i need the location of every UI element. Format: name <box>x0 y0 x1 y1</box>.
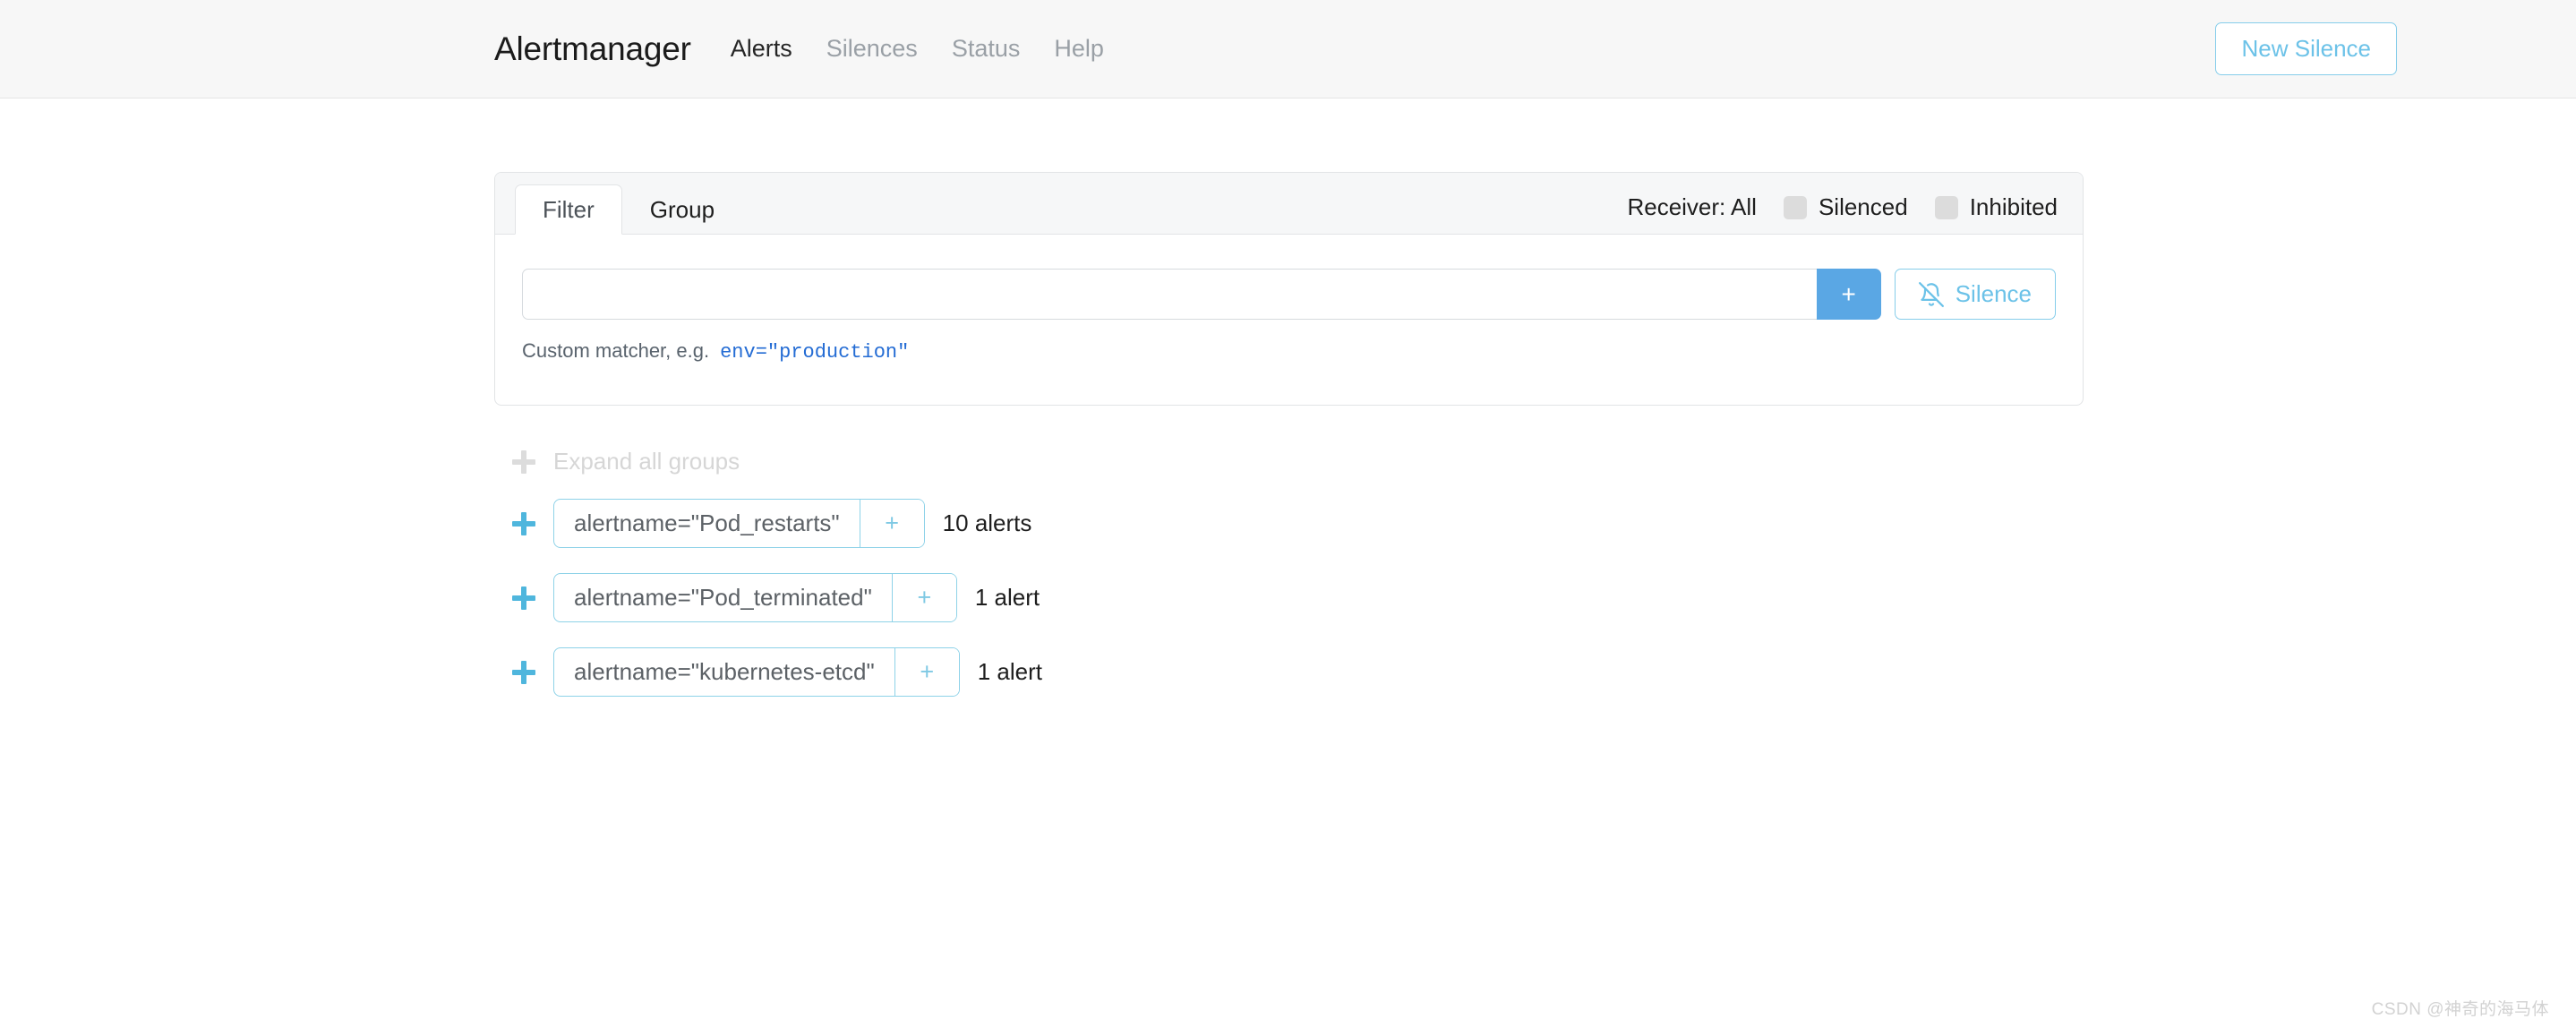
filter-row: + Silence <box>522 269 2056 320</box>
nav-item-alerts[interactable]: Alerts <box>731 35 792 63</box>
inhibited-toggle-label: Inhibited <box>1969 193 2058 220</box>
group-add-matcher-button[interactable]: + <box>859 500 924 547</box>
top-navbar: Alertmanager Alerts Silences Status Help… <box>0 0 2576 98</box>
filter-tabs: Filter Group <box>515 173 742 235</box>
plus-icon <box>512 450 535 474</box>
nav-links: Alerts Silences Status Help <box>731 35 1104 63</box>
main-content: Filter Group Receiver: All Silenced Inhi… <box>0 98 2576 697</box>
filter-header-controls: Receiver: All Silenced Inhibited <box>1627 193 2058 234</box>
matcher-hint-example[interactable]: env="production" <box>720 341 909 364</box>
expand-group-icon[interactable] <box>512 586 535 610</box>
nav-link-help[interactable]: Help <box>1054 35 1104 62</box>
silenced-toggle[interactable]: Silenced <box>1783 193 1908 221</box>
group-add-matcher-button[interactable]: + <box>894 648 959 696</box>
nav-link-status[interactable]: Status <box>952 35 1021 62</box>
bell-slash-icon <box>1918 281 1944 307</box>
tab-group[interactable]: Group <box>622 184 742 235</box>
group-alert-count: 1 alert <box>977 658 1042 685</box>
group-matcher-label: alertname="Pod_terminated" <box>574 584 872 611</box>
receiver-select[interactable]: Receiver: All <box>1627 193 1757 221</box>
expand-all-groups-label: Expand all groups <box>553 448 740 475</box>
silenced-toggle-label: Silenced <box>1818 193 1908 220</box>
navbar-right: New Silence <box>2215 22 2397 75</box>
filter-card-body: + Silence Custom matcher, e.g. env="prod… <box>495 235 2083 405</box>
expand-group-icon[interactable] <box>512 512 535 535</box>
tab-filter[interactable]: Filter <box>515 184 622 235</box>
group-matcher-pill[interactable]: alertname="kubernetes-etcd" + <box>553 647 960 697</box>
group-matcher-pill[interactable]: alertname="Pod_restarts" + <box>553 499 925 548</box>
silence-button[interactable]: Silence <box>1894 269 2056 320</box>
expand-group-icon[interactable] <box>512 661 535 684</box>
alert-group-list: alertname="Pod_restarts" + 10 alerts ale… <box>494 499 2082 697</box>
nav-item-status[interactable]: Status <box>952 35 1021 63</box>
matcher-input-group: + <box>522 269 1881 320</box>
matcher-input[interactable] <box>522 269 1817 320</box>
expand-all-groups-button[interactable]: Expand all groups <box>512 448 2082 475</box>
navbar-inner: Alertmanager Alerts Silences Status Help… <box>0 22 2576 75</box>
silence-button-label: Silence <box>1955 280 2032 307</box>
new-silence-button[interactable]: New Silence <box>2215 22 2397 75</box>
filter-card-header: Filter Group Receiver: All Silenced Inhi… <box>495 173 2083 235</box>
filter-card: Filter Group Receiver: All Silenced Inhi… <box>494 172 2084 406</box>
group-alert-count: 1 alert <box>974 584 1040 611</box>
group-add-matcher-button[interactable]: + <box>891 574 956 621</box>
group-matcher-label: alertname="kubernetes-etcd" <box>574 658 875 685</box>
group-matcher-pill[interactable]: alertname="Pod_terminated" + <box>553 573 957 622</box>
alert-group-row: alertname="Pod_restarts" + 10 alerts <box>494 499 2082 548</box>
silenced-checkbox-icon[interactable] <box>1783 195 1807 219</box>
inhibited-checkbox-icon[interactable] <box>1934 195 1958 219</box>
nav-item-help[interactable]: Help <box>1054 35 1104 63</box>
add-matcher-button[interactable]: + <box>1816 269 1881 320</box>
nav-item-silences[interactable]: Silences <box>826 35 918 63</box>
nav-link-silences[interactable]: Silences <box>826 35 918 62</box>
inhibited-toggle[interactable]: Inhibited <box>1934 193 2058 221</box>
group-matcher-label: alertname="Pod_restarts" <box>574 509 840 536</box>
nav-link-alerts[interactable]: Alerts <box>731 35 792 62</box>
group-alert-count: 10 alerts <box>942 509 1032 536</box>
matcher-hint: Custom matcher, e.g. env="production" <box>522 339 2056 364</box>
matcher-hint-text: Custom matcher, e.g. <box>522 339 710 362</box>
watermark: CSDN @神奇的海马体 <box>2371 1000 2549 1019</box>
brand-logo[interactable]: Alertmanager <box>494 30 691 68</box>
alert-group-row: alertname="Pod_terminated" + 1 alert <box>494 573 2082 622</box>
alert-group-row: alertname="kubernetes-etcd" + 1 alert <box>494 647 2082 697</box>
